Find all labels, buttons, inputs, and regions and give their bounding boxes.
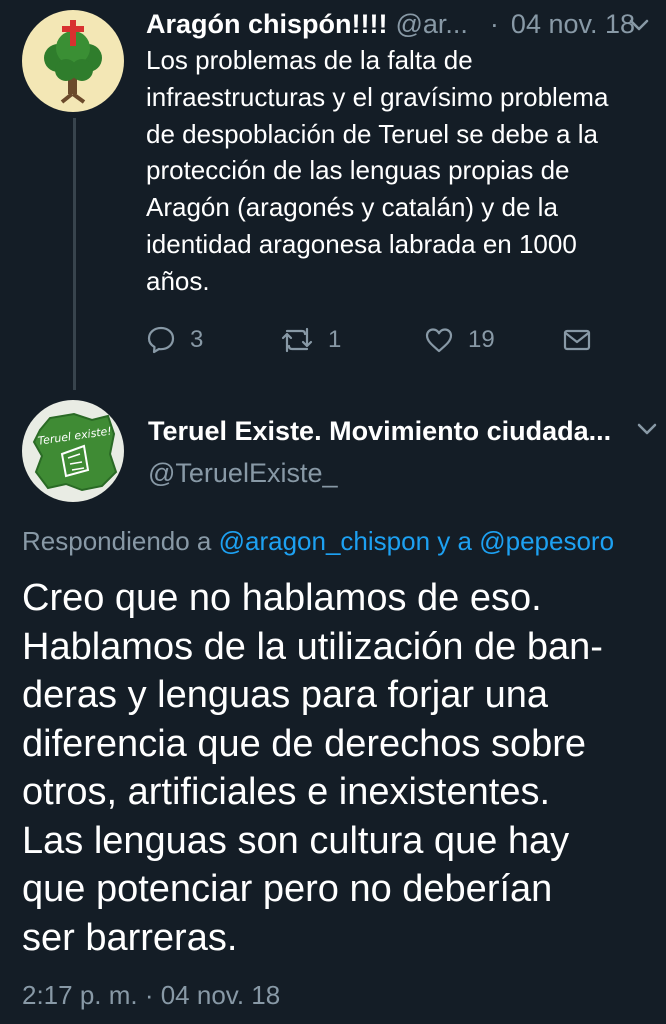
parent-tweet-actions: 3 1 19	[146, 322, 606, 358]
parent-tweet-header: Aragón chispón!!!! @ar... · 04 nov. 18	[146, 6, 654, 42]
retweet-count: 1	[328, 326, 342, 353]
parent-author-avatar[interactable]	[22, 10, 124, 112]
parent-tweet-line: de despoblación de Teruel se debe a la	[146, 118, 598, 149]
parent-author-handle[interactable]: @ar...	[395, 9, 467, 40]
chevron-down-icon[interactable]	[636, 418, 658, 440]
parent-tweet-line: infraestructuras y el gravísimo problema	[146, 81, 609, 112]
replying-to-line: Respondiendo a @aragon_chispon y a @pepe…	[22, 526, 614, 557]
main-tweet-line: Las lenguas son cultura que hay	[22, 819, 570, 862]
mention-link-aragon-chispon[interactable]: @aragon_chispon	[219, 526, 430, 556]
main-tweet-line: Creo que no hablamos de eso.	[22, 577, 542, 619]
tree-with-cross-avatar-icon	[22, 10, 124, 112]
parent-author-name[interactable]: Aragón chispón!!!!	[146, 9, 387, 40]
teruel-existe-logo-icon: Teruel existe!	[22, 400, 124, 502]
parent-tweet-line: Aragón (aragonés y catalán) y de la	[146, 192, 558, 223]
parent-tweet-date[interactable]: 04 nov. 18	[511, 9, 635, 40]
heart-icon	[425, 328, 453, 353]
thread-connector-line	[73, 118, 76, 390]
main-author-avatar[interactable]: Teruel existe!	[22, 400, 124, 502]
reply-count: 3	[190, 326, 204, 353]
envelope-icon	[563, 329, 591, 351]
mention-link-pepesoro[interactable]: @pepesoro	[479, 526, 614, 556]
parent-tweet-line: años.	[146, 265, 210, 296]
parent-tweet-line: identidad aragonesa labrada en 1000	[146, 228, 577, 259]
main-tweet-line: Hablamos de la utilización de ban-	[22, 625, 603, 668]
chevron-down-icon[interactable]	[628, 14, 650, 36]
main-tweet-line: diferencia que de derechos sobre	[22, 722, 587, 765]
main-tweet-timestamp[interactable]: 2:17 p. m. · 04 nov. 18	[22, 980, 280, 1011]
main-author-name[interactable]: Teruel Existe. Movimiento ciudada...	[148, 416, 611, 447]
header-separator: ·	[489, 8, 499, 39]
main-tweet-line: deras y lenguas para forjar una	[22, 674, 548, 716]
parent-tweet-line: Los problemas de la falta de	[146, 45, 473, 75]
retweet-button[interactable]: 1	[280, 322, 341, 358]
replying-conjunction[interactable]: y a	[437, 526, 472, 556]
main-tweet-line: que potenciar pero no deberían	[22, 868, 553, 910]
main-tweet-line: ser barreras.	[22, 916, 238, 959]
reply-button[interactable]: 3	[146, 322, 203, 358]
replying-prefix: Respondiendo a	[22, 526, 212, 556]
reply-icon	[147, 326, 175, 354]
direct-message-button[interactable]	[562, 322, 592, 358]
parent-tweet-line: protección de las lenguas propias de	[146, 155, 570, 186]
parent-tweet-text: Los problemas de la falta de infraestruc…	[146, 42, 658, 300]
retweet-icon	[281, 327, 313, 353]
main-author-handle[interactable]: @TeruelExiste_	[148, 458, 338, 489]
main-tweet-text: Creo que no hablamos de eso. Hablamos de…	[22, 574, 652, 962]
like-button[interactable]: 19	[424, 322, 495, 358]
main-tweet-line: otros, artificiales e inexistentes.	[22, 771, 551, 813]
like-count: 19	[468, 326, 495, 353]
